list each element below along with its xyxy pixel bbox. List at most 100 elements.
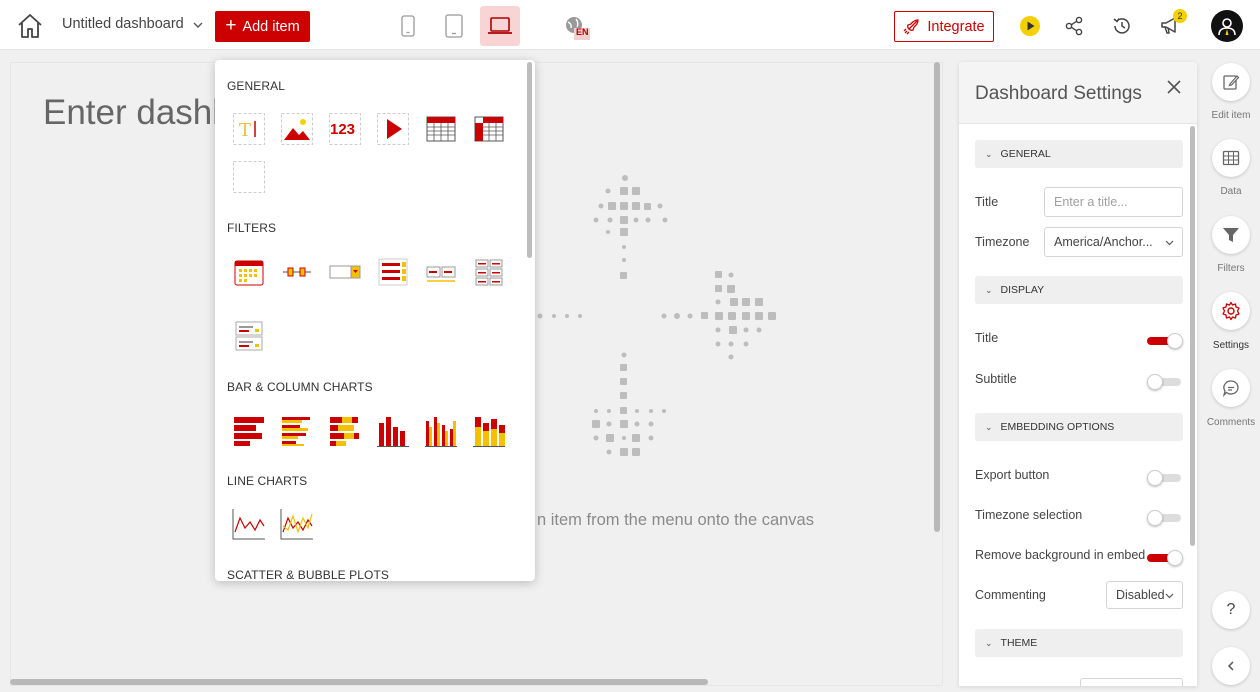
comments-label: Comments [1206,417,1256,428]
play-icon [1020,16,1040,36]
section-title-filters: FILTERS [227,221,277,235]
multi-line-chart-icon[interactable] [280,507,314,541]
video-item-icon[interactable] [376,112,410,146]
dashboard-name[interactable]: Untitled dashboard [62,16,184,32]
multi-filter-icon[interactable] [232,319,266,353]
home-icon[interactable] [16,12,44,40]
table-item-icon[interactable] [424,112,458,146]
section-general[interactable]: ⌄ GENERAL [975,140,1183,168]
section-general-label: GENERAL [1000,148,1051,160]
avatar[interactable] [1211,10,1243,42]
menu-scrollbar[interactable] [527,62,532,258]
section-theme[interactable]: ⌄ THEME [975,629,1183,657]
help-button[interactable]: ? [1212,591,1250,629]
panel-scrollbar[interactable] [1190,126,1195,546]
canvas-horizontal-scrollbar[interactable] [10,679,708,685]
add-item-menu: GENERAL T 123 FILTERS BAR & COLUMN CHART… [215,60,535,581]
tablet-icon [445,14,463,38]
section-display[interactable]: ⌄ DISPLAY [975,276,1183,304]
chevron-left-icon [1227,661,1234,671]
section-title-general: GENERAL [227,79,286,93]
title-input[interactable]: Enter a title... [1044,187,1183,217]
pivot-table-item-icon[interactable] [472,112,506,146]
section-title-scatter-bubble: SCATTER & BUBBLE PLOTS [227,568,390,581]
dropdown-filter-icon[interactable] [328,255,362,289]
integrate-button[interactable]: Integrate [894,11,994,42]
bar-chart-icon[interactable] [232,414,266,448]
grouped-column-chart-icon[interactable] [424,414,458,448]
filters-button[interactable] [1212,216,1250,254]
chevron-down-icon [1165,240,1174,246]
section-theme-label: THEME [1000,637,1038,649]
grouped-bar-chart-icon[interactable] [280,414,314,448]
commenting-select[interactable]: Disabled [1106,581,1183,609]
desktop-view-button[interactable] [480,6,520,46]
remove-background-label: Remove background in embed [975,548,1146,562]
text-item-icon[interactable]: T [232,112,266,146]
collapse-panel-button[interactable] [1212,647,1250,685]
filters-label: Filters [1217,263,1245,274]
section-display-label: DISPLAY [1000,284,1045,296]
laptop-icon [488,17,512,34]
title-label: Title [975,195,999,209]
language-selector[interactable]: EN [563,15,591,41]
range-filter-icon[interactable] [424,255,458,289]
slicer-filter-icon[interactable] [280,255,314,289]
image-item-icon[interactable] [280,112,314,146]
panel-header: Dashboard Settings [959,62,1197,124]
button-filter-icon[interactable] [472,255,506,289]
top-bar: Untitled dashboard + Add item EN Integra… [0,0,1260,50]
timezone-value: America/Anchor... [1054,235,1153,249]
svg-text:T: T [239,120,251,141]
display-title-toggle[interactable] [1147,333,1183,349]
number-item-text: 123 [330,121,356,138]
remove-background-toggle[interactable] [1147,550,1183,566]
spacer-item-icon[interactable] [232,160,266,194]
stacked-bar-chart-icon[interactable] [328,414,362,448]
settings-label: Settings [1212,340,1250,351]
chevron-down-icon: ⌄ [985,421,993,432]
settings-button[interactable] [1212,292,1250,330]
edit-icon [1223,75,1240,90]
dashboard-title-placeholder[interactable]: Enter dashb [43,93,232,133]
timezone-selection-label: Timezone selection [975,508,1083,522]
edit-item-button[interactable] [1212,63,1250,101]
canvas-hint-text: n item from the menu onto the canvas [537,511,814,529]
chevron-down-icon: ⌄ [985,637,993,648]
close-icon[interactable] [1165,78,1183,96]
panel-title: Dashboard Settings [975,83,1142,104]
user-icon [1218,18,1236,36]
history-button[interactable] [1110,14,1134,38]
tablet-view-button[interactable] [434,6,474,46]
date-filter-icon[interactable] [232,255,266,289]
export-button-label: Export button [975,468,1050,482]
line-chart-icon[interactable] [232,507,266,541]
play-button[interactable] [1018,14,1042,38]
canvas-vertical-scrollbar[interactable] [934,62,940,532]
section-embedding[interactable]: ⌄ EMBEDDING OPTIONS [975,413,1183,441]
dashboard-settings-panel: Dashboard Settings ⌄ GENERAL Title Enter… [959,62,1197,686]
timezone-selection-toggle[interactable] [1147,510,1183,526]
stacked-column-chart-icon[interactable] [472,414,506,448]
checkbox-filter-icon[interactable] [376,255,410,289]
export-button-toggle[interactable] [1147,470,1183,486]
subtitle-toggle[interactable] [1147,374,1183,390]
section-title-line-charts: LINE CHARTS [227,474,308,488]
subtitle-label: Subtitle [975,372,1017,386]
data-label: Data [1220,186,1242,197]
number-item-icon[interactable]: 123 [328,112,362,146]
add-item-button[interactable]: + Add item [215,11,310,42]
chevron-down-icon [1165,593,1174,599]
commenting-label: Commenting [975,588,1046,602]
chevron-down-icon[interactable] [192,18,204,30]
theme-select[interactable] [1080,678,1183,686]
share-button[interactable] [1062,14,1086,38]
comments-button[interactable] [1212,369,1250,407]
timezone-select[interactable]: America/Anchor... [1044,227,1183,257]
data-button[interactable] [1212,139,1250,177]
column-chart-icon[interactable] [376,414,410,448]
plus-icon: + [225,15,237,36]
rocket-icon [903,18,920,34]
mobile-view-button[interactable] [388,6,428,46]
drag-drop-illustration [531,168,781,473]
